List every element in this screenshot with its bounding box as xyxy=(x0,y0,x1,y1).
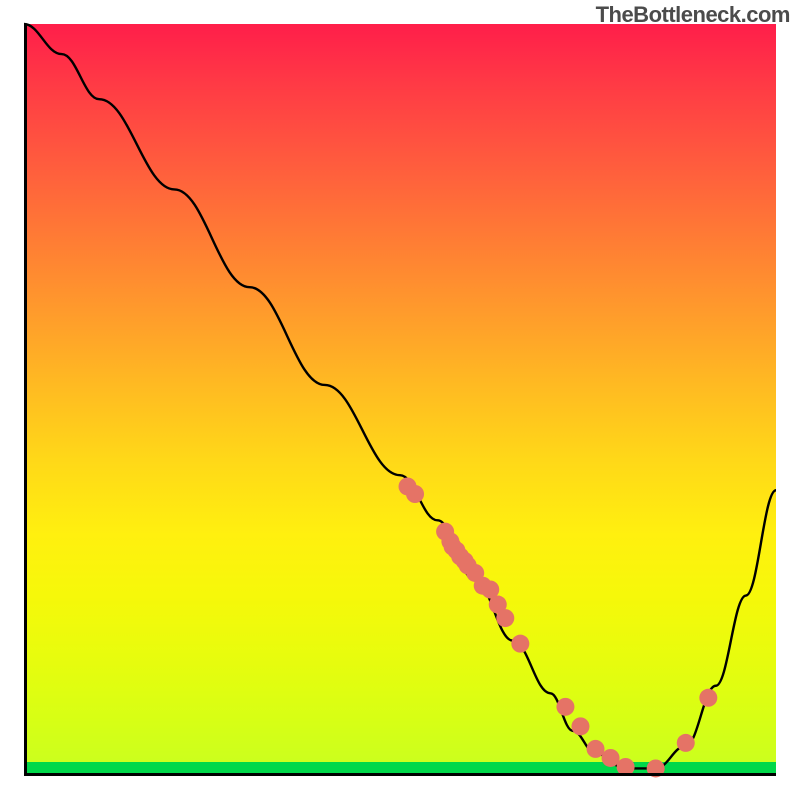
watermark-label: TheBottleneck.com xyxy=(596,2,790,28)
bottleneck-chart: TheBottleneck.com xyxy=(0,0,800,800)
plot-frame xyxy=(24,24,776,776)
